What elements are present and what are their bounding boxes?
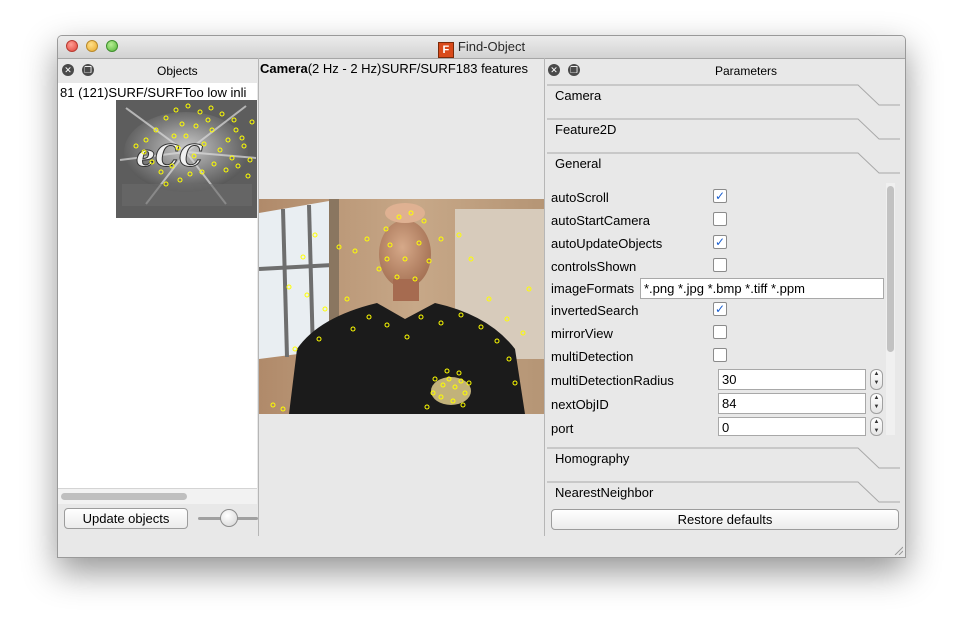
restore-defaults-button[interactable]: Restore defaults [551, 509, 899, 530]
property-invertedsearch-label: invertedSearch [551, 303, 639, 318]
app-icon: F [437, 42, 454, 58]
property-mirrorview-checkbox[interactable] [713, 325, 727, 339]
window-title-text: Find-Object [457, 39, 526, 54]
resize-grip-icon[interactable] [893, 545, 903, 555]
tab-feature2d-label: Feature2D [555, 122, 617, 137]
zoom-slider-handle[interactable] [220, 509, 238, 527]
main-window: F Find-Object ✕ ❐ Objects 81 (121)SURF/SU… [57, 35, 906, 558]
parameters-vertical-scrollbar[interactable] [886, 183, 895, 435]
property-imageformats-field[interactable]: *.png *.jpg *.bmp *.tiff *.ppm [640, 278, 884, 299]
tab-nearestneighbor[interactable]: NearestNeighbor [547, 480, 900, 508]
parameters-dock-close-icon[interactable]: ✕ [548, 64, 560, 76]
property-port-label: port [551, 421, 574, 436]
multidetectionradius-spin-arrows-icon[interactable]: ▲ ▼ [870, 369, 883, 390]
splitter-right[interactable] [544, 58, 545, 536]
parameters-scroll-thumb[interactable] [887, 186, 894, 352]
property-autostartcamera-label: autoStartCamera [551, 213, 650, 228]
property-mirrorview-label: mirrorView [551, 326, 613, 341]
tab-homography-label: Homography [555, 451, 630, 466]
property-port-field[interactable]: 0 [718, 417, 866, 436]
property-imageformats-label: imageFormats [551, 281, 635, 296]
property-nextobjid-field[interactable]: 84 [718, 393, 866, 414]
objects-dock-close-icon[interactable]: ✕ [62, 64, 74, 76]
property-multidetectionradius-field[interactable]: 30 [718, 369, 866, 390]
svg-text:eCC: eCC [136, 139, 203, 174]
tab-camera[interactable]: Camera [547, 83, 900, 116]
camera-view[interactable] [259, 199, 544, 414]
port-spin-arrows-icon[interactable]: ▲ ▼ [870, 417, 883, 436]
property-multidetection-label: multiDetection [551, 349, 634, 364]
tab-nearestneighbor-label: NearestNeighbor [555, 485, 654, 500]
objects-list[interactable]: 81 (121)SURF/SURFToo low inli eCC [58, 83, 257, 488]
nextobjid-spin-arrows-icon[interactable]: ▲ ▼ [870, 393, 883, 414]
property-multidetectionradius-label: multiDetectionRadius [551, 373, 674, 388]
property-autostartcamera-checkbox[interactable] [713, 212, 727, 226]
object-thumbnail[interactable]: eCC [116, 100, 257, 218]
camera-status-label: Camera(2 Hz - 2 Hz)SURF/SURF183 features [260, 61, 528, 76]
window-title: F Find-Object [58, 39, 905, 58]
update-objects-button[interactable]: Update objects [64, 508, 188, 529]
property-invertedsearch-checkbox[interactable]: ✓ [713, 302, 727, 316]
tab-general-label: General [555, 156, 602, 171]
property-autoscroll-checkbox[interactable]: ✓ [713, 189, 727, 203]
objects-horizontal-scrollbar[interactable] [58, 488, 257, 504]
tab-homography[interactable]: Homography [547, 446, 900, 479]
property-nextobjid-label: nextObjID [551, 397, 609, 412]
property-multidetection-checkbox[interactable] [713, 348, 727, 362]
property-autoupdateobjects-label: autoUpdateObjects [551, 236, 663, 251]
objects-dock-title: Objects [157, 64, 198, 78]
camera-label-rest: (2 Hz - 2 Hz)SURF/SURF183 features [307, 61, 529, 76]
property-autoupdateobjects-checkbox[interactable]: ✓ [713, 235, 727, 249]
title-bar[interactable]: F Find-Object [58, 36, 905, 59]
objects-scroll-thumb[interactable] [61, 493, 187, 500]
property-controlsshown-label: controlsShown [551, 259, 637, 274]
parameters-dock-title: Parameters [715, 64, 778, 78]
property-autoscroll-label: autoScroll [551, 190, 609, 205]
objects-dock-float-icon[interactable]: ❐ [82, 64, 94, 76]
tab-feature2d[interactable]: Feature2D [547, 117, 900, 150]
tab-general[interactable]: General [547, 151, 900, 184]
tab-camera-label: Camera [555, 88, 602, 103]
object-label: 81 (121)SURF/SURFToo low inli [60, 85, 247, 100]
parameters-dock-float-icon[interactable]: ❐ [568, 64, 580, 76]
camera-label-bold: Camera [260, 61, 308, 76]
property-controlsshown-checkbox[interactable] [713, 258, 727, 272]
